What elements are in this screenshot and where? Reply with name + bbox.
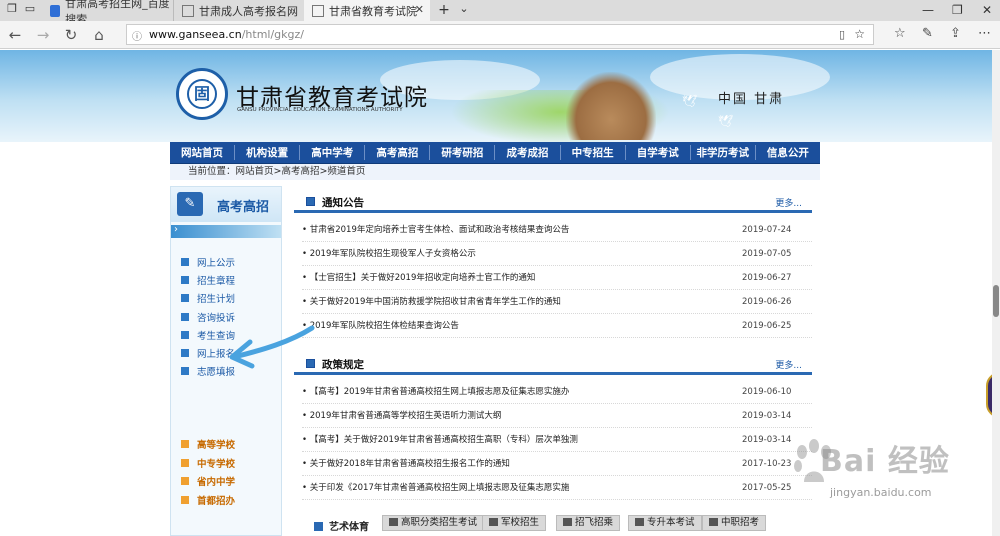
url-text: www.ganseea.cn/html/gkgz/ [149, 28, 304, 41]
tab-title: 甘肃成人高考报名网 [199, 4, 298, 18]
home-icon[interactable]: ⌂ [90, 26, 108, 44]
baidu-favicon-icon [50, 4, 61, 17]
url-input[interactable]: ⓘ www.ganseea.cn/html/gkgz/ ▯ ☆ [126, 24, 874, 45]
watermark-brand: Bai 经验 [820, 444, 950, 479]
vertical-scrollbar[interactable] [992, 50, 1000, 536]
scrollbar-thumb[interactable] [993, 285, 999, 317]
favorites-list-icon[interactable]: ☆ [894, 26, 906, 41]
favorite-star-icon[interactable]: ☆ [854, 27, 865, 41]
web-page: 固 甘肃省教育考试院 GANSU PROVINCIAL EDUCATION EX… [0, 50, 1000, 536]
page-favicon-icon [182, 4, 194, 17]
browser-tab-bar: ❐ ▭ 甘肃高考招生网_百度搜索 甘肃成人高考报名网 甘肃省教育考试院 ✕ + … [0, 0, 1000, 26]
browser-tab[interactable]: 甘肃成人高考报名网 [173, 0, 303, 21]
address-bar: ← → ↻ ⌂ ⓘ www.ganseea.cn/html/gkgz/ ▯ ☆ … [0, 21, 1000, 49]
tab-title: 甘肃省教育考试院 [329, 4, 417, 18]
watermark-url: jingyan.baidu.com [830, 486, 932, 499]
browser-tab-active[interactable]: 甘肃省教育考试院 ✕ [304, 0, 430, 21]
tab-actions-icon[interactable]: ❐ [4, 2, 20, 18]
forward-icon[interactable]: → [34, 26, 52, 44]
maximize-icon[interactable]: ❐ [952, 3, 963, 17]
pen-icon[interactable]: ✎ [922, 26, 933, 41]
close-tab-icon[interactable]: ✕ [415, 3, 424, 16]
url-host: www.ganseea.cn [149, 28, 242, 41]
tab-list-chevron-icon[interactable]: ⌄ [456, 2, 472, 18]
url-path: /html/gkgz/ [241, 28, 304, 41]
tab-overview-icon[interactable]: ▭ [22, 2, 38, 18]
new-tab-icon[interactable]: + [436, 2, 452, 18]
refresh-icon[interactable]: ↻ [62, 26, 80, 44]
close-window-icon[interactable]: ✕ [982, 3, 992, 17]
back-icon[interactable]: ← [6, 26, 24, 44]
browser-tab[interactable]: 甘肃高考招生网_百度搜索 [42, 0, 172, 26]
page-info-icon[interactable]: ⓘ [132, 28, 142, 43]
minimize-icon[interactable]: — [922, 3, 934, 17]
page-favicon-icon [312, 4, 324, 17]
more-menu-icon[interactable]: ⋯ [978, 26, 991, 41]
share-icon[interactable]: ⇪ [950, 26, 961, 41]
baidu-jingyan-watermark: Bai 经验 jingyan.baidu.com [760, 430, 1000, 536]
reading-view-icon[interactable]: ▯ [839, 28, 845, 41]
